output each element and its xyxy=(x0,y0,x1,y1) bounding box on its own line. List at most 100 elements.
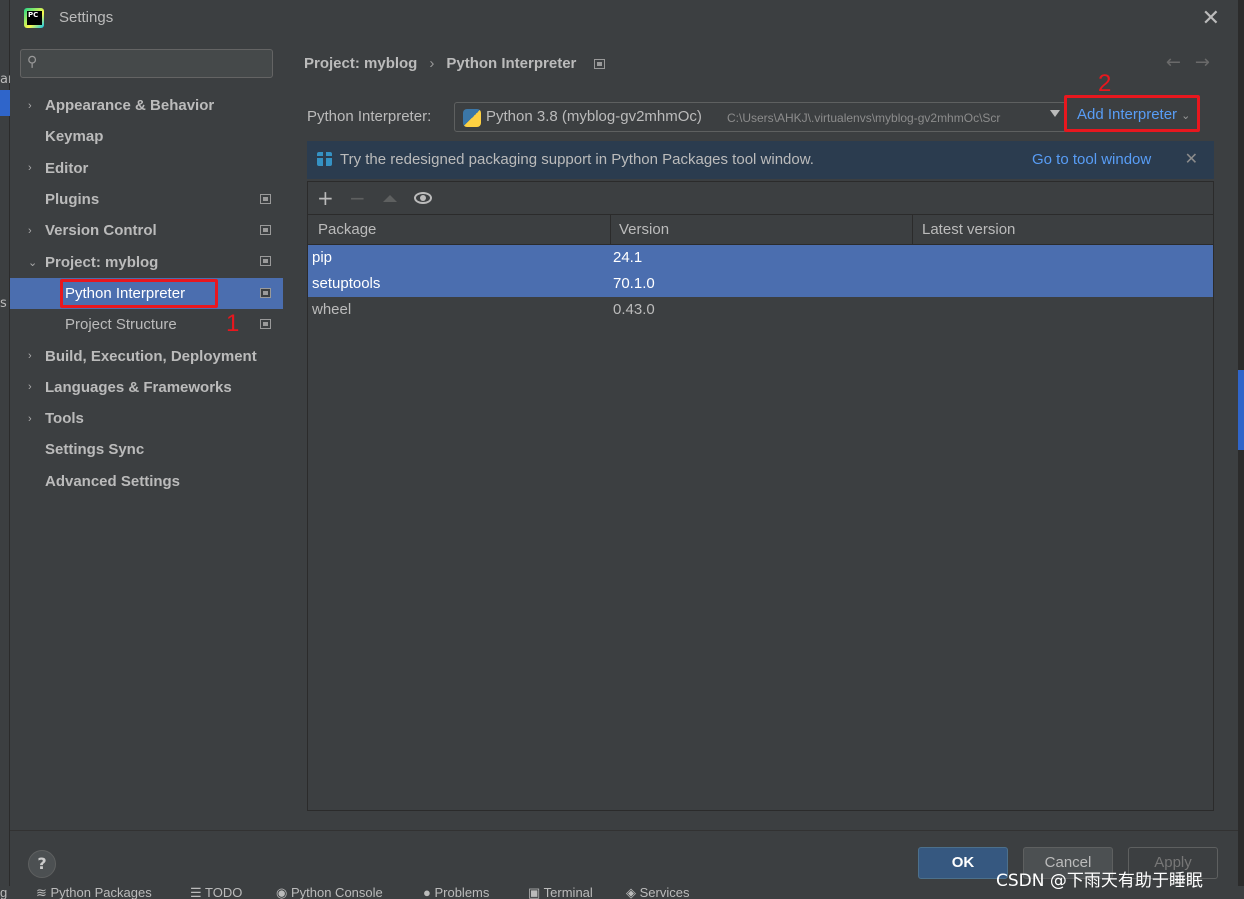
packaging-banner: Try the redesigned packaging support in … xyxy=(307,141,1214,179)
settings-search[interactable]: ⚲ xyxy=(20,49,273,78)
project-scope-icon xyxy=(260,319,271,330)
terminal-tab[interactable]: ▣ Terminal xyxy=(528,885,593,899)
packages-toolbar: + − xyxy=(308,182,1213,214)
python-console-tab[interactable]: ◉ Python Console xyxy=(276,885,383,899)
sidebar-item-settings-sync[interactable]: Settings Sync xyxy=(10,434,283,465)
project-scope-icon xyxy=(594,58,606,69)
sidebar-item-editor[interactable]: › Editor xyxy=(10,153,283,184)
sidebar-item-build[interactable]: › Build, Execution, Deployment xyxy=(10,340,283,371)
sidebar-item-label: Editor xyxy=(45,159,89,177)
annotation-number-2: 2 xyxy=(1098,70,1112,97)
chevron-down-icon: ⌄ xyxy=(1181,110,1191,122)
chevron-right-icon: › xyxy=(28,99,32,112)
package-version: 70.1.0 xyxy=(613,275,655,292)
todo-tab[interactable]: ☰ TODO xyxy=(190,885,242,899)
problems-label: Problems xyxy=(434,885,490,899)
breadcrumb: Project: myblog › Python Interpreter xyxy=(304,55,606,72)
go-to-tool-window-link[interactable]: Go to tool window xyxy=(1032,151,1151,168)
project-scope-icon xyxy=(260,287,271,298)
table-header: Package Version Latest version xyxy=(308,214,1213,245)
ok-button[interactable]: OK xyxy=(918,847,1008,879)
table-row[interactable]: setuptools 70.1.0 xyxy=(308,271,1213,297)
banner-message: Try the redesigned packaging support in … xyxy=(340,151,814,168)
column-divider xyxy=(912,215,913,245)
python-console-label: Python Console xyxy=(290,885,383,899)
close-icon[interactable]: ✕ xyxy=(1202,6,1220,31)
project-scope-icon xyxy=(260,225,271,236)
column-divider xyxy=(610,215,611,245)
sidebar-item-label: Settings Sync xyxy=(45,441,145,459)
breadcrumb-project[interactable]: Project: myblog xyxy=(304,55,417,72)
sidebar-item-project-structure[interactable]: Project Structure xyxy=(10,309,283,340)
ide-left-fragment-2: s xyxy=(0,296,7,311)
chevron-right-icon: › xyxy=(28,350,32,363)
eye-icon[interactable] xyxy=(414,192,432,204)
search-input[interactable] xyxy=(51,54,266,74)
help-button[interactable]: ? xyxy=(28,850,56,878)
packages-panel: + − Package Version Latest version pip 2… xyxy=(307,181,1214,811)
sidebar-item-languages[interactable]: › Languages & Frameworks xyxy=(10,372,283,403)
sidebar-item-project[interactable]: ⌄ Project: myblog xyxy=(10,246,283,277)
interpreter-label: Python Interpreter: xyxy=(307,108,432,125)
ide-right-strip xyxy=(1238,0,1244,899)
pycharm-logo-icon xyxy=(24,8,44,28)
csdn-watermark: CSDN @下雨天有助于睡眠 xyxy=(996,871,1203,891)
python-packages-label: Python Packages xyxy=(50,885,152,899)
package-version: 24.1 xyxy=(613,249,643,266)
sidebar-item-label: Advanced Settings xyxy=(45,472,181,490)
forward-arrow-icon[interactable]: → xyxy=(1195,52,1224,73)
python-packages-tab[interactable]: ≋ Python Packages xyxy=(36,885,152,899)
sidebar-item-keymap[interactable]: Keymap xyxy=(10,121,283,152)
packages-table: Package Version Latest version pip 24.1 … xyxy=(308,214,1213,323)
problems-tab[interactable]: ● Problems xyxy=(423,885,489,899)
package-name: pip xyxy=(312,249,333,266)
package-name: wheel xyxy=(312,301,352,318)
sidebar-item-plugins[interactable]: Plugins xyxy=(10,184,283,215)
settings-content: Project: myblog › Python Interpreter ←→ … xyxy=(283,36,1238,830)
chevron-right-icon: › xyxy=(28,381,32,394)
nav-arrows: ←→ xyxy=(1166,52,1224,73)
sidebar-item-label: Project Structure xyxy=(65,316,177,334)
title-bar: Settings ✕ xyxy=(10,0,1238,36)
sidebar-item-advanced[interactable]: Advanced Settings xyxy=(10,466,283,497)
sidebar-item-label: Tools xyxy=(45,410,84,428)
column-package[interactable]: Package xyxy=(318,221,376,238)
upgrade-package-icon[interactable] xyxy=(383,195,397,202)
settings-sidebar: ⚲ › Appearance & Behavior Keymap › Edito… xyxy=(10,36,283,830)
package-name: setuptools xyxy=(312,275,381,292)
project-scope-icon xyxy=(260,256,271,267)
remove-package-icon[interactable]: − xyxy=(349,186,366,210)
add-package-icon[interactable]: + xyxy=(317,186,334,210)
banner-close-icon[interactable]: ✕ xyxy=(1185,149,1198,168)
project-scope-icon xyxy=(260,193,271,204)
column-latest-version[interactable]: Latest version xyxy=(922,221,1015,238)
breadcrumb-page: Python Interpreter xyxy=(446,55,577,72)
package-version: 0.43.0 xyxy=(613,301,655,318)
settings-tree: › Appearance & Behavior Keymap › Editor … xyxy=(10,90,283,497)
interpreter-name: Python 3.8 (myblog-gv2mhmOc) xyxy=(486,108,702,125)
gift-icon xyxy=(317,152,332,166)
breadcrumb-separator: › xyxy=(429,55,435,72)
todo-label: TODO xyxy=(205,885,243,899)
chevron-down-icon: ⌄ xyxy=(28,256,38,269)
search-icon: ⚲ xyxy=(27,54,38,70)
table-row[interactable]: wheel 0.43.0 xyxy=(308,297,1213,323)
annotation-number-1: 1 xyxy=(226,310,240,337)
python-logo-icon xyxy=(463,109,481,127)
sidebar-item-version-control[interactable]: › Version Control xyxy=(10,215,283,246)
services-tab[interactable]: ◈ Services xyxy=(626,885,689,899)
sidebar-item-appearance[interactable]: › Appearance & Behavior xyxy=(10,90,283,121)
table-row[interactable]: pip 24.1 xyxy=(308,245,1213,271)
settings-dialog: Settings ✕ ⚲ › Appearance & Behavior Key… xyxy=(10,0,1238,886)
column-version[interactable]: Version xyxy=(619,221,669,238)
interpreter-select[interactable]: Python 3.8 (myblog-gv2mhmOc) C:\Users\AH… xyxy=(454,102,1067,132)
sidebar-item-label: Project: myblog xyxy=(45,253,159,271)
sidebar-item-python-interpreter[interactable]: Python Interpreter xyxy=(10,277,283,310)
chevron-right-icon: › xyxy=(28,162,32,175)
dropdown-arrow-icon[interactable] xyxy=(1050,110,1060,117)
sidebar-item-tools[interactable]: › Tools xyxy=(10,403,283,434)
add-interpreter-link[interactable]: Add Interpreter ⌄ xyxy=(1077,106,1190,123)
sidebar-item-label: Version Control xyxy=(45,222,157,240)
ide-left-selection xyxy=(0,90,10,116)
back-arrow-icon[interactable]: ← xyxy=(1166,52,1195,73)
